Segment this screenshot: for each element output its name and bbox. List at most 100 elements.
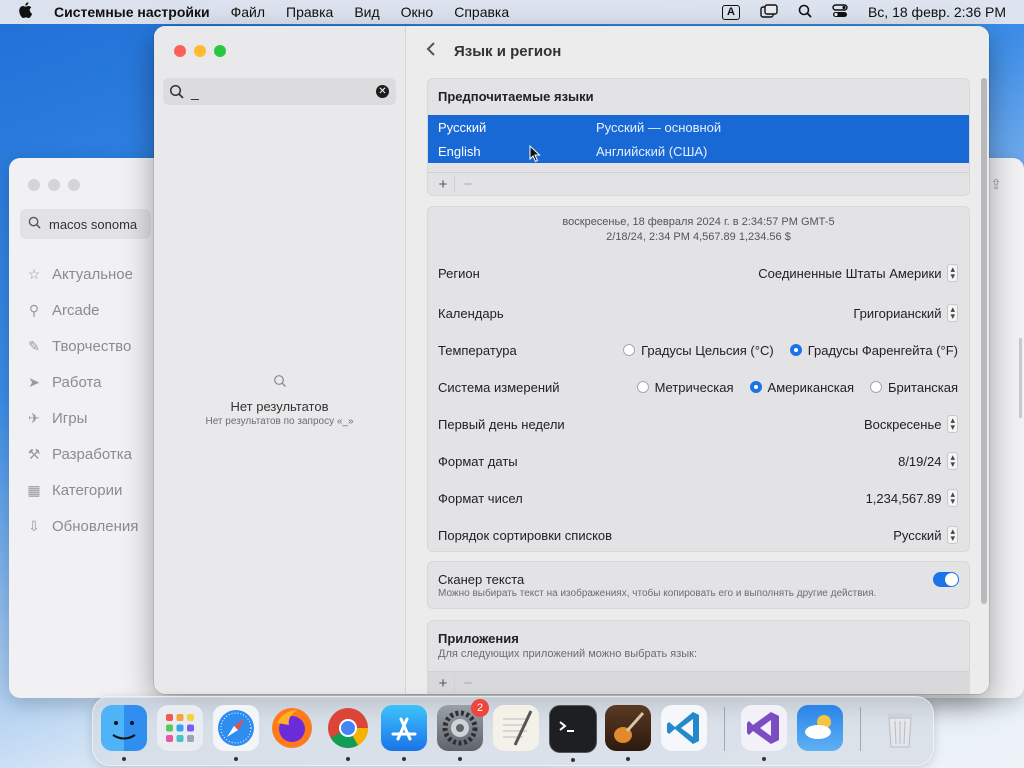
menu-window[interactable]: Окно	[401, 4, 434, 20]
region-label: Регион	[438, 265, 480, 281]
download-icon: ⇩	[28, 517, 40, 534]
menu-view[interactable]: Вид	[354, 4, 379, 20]
vscode-icon[interactable]	[661, 705, 707, 751]
finder-icon[interactable]	[101, 705, 147, 761]
first-day-popup[interactable]: Воскресенье ▴ ▾	[864, 415, 958, 433]
apple-menu-icon[interactable]	[18, 2, 34, 22]
date-format-popup[interactable]: 8/19/24 ▴ ▾	[898, 452, 958, 470]
bg-nav-label: Работа	[52, 373, 102, 391]
menu-help[interactable]: Справка	[454, 4, 509, 20]
first-day-label: Первый день недели	[438, 416, 565, 432]
content-header: Язык и регион	[406, 26, 989, 76]
bg-search-field[interactable]: macos sonoma	[20, 209, 151, 239]
chrome-icon[interactable]	[325, 705, 371, 761]
input-source-icon[interactable]: A	[722, 4, 740, 20]
apps-add-remove-bar: + −	[428, 671, 969, 694]
sort-order-popup[interactable]: Русский ▴ ▾	[893, 526, 958, 544]
weather-icon[interactable]	[797, 705, 843, 751]
launchpad-icon[interactable]	[157, 705, 203, 751]
bg-nav-item[interactable]: ⇩ Обновления	[25, 508, 138, 544]
preferred-languages-card: Предпочитаемые языки Русский Русский — о…	[427, 78, 970, 196]
bg-nav-label: Игры	[52, 409, 88, 427]
mouse-pointer-icon	[529, 144, 541, 166]
clear-search-icon[interactable]: ✕	[376, 85, 389, 98]
menu-clock[interactable]: Вс, 18 февр. 2:36 PM	[868, 4, 1006, 20]
applications-title: Приложения	[438, 631, 519, 646]
radio-label: Градусы Цельсия (°C)	[641, 342, 774, 358]
bg-nav-item[interactable]: ▦ Категории	[25, 472, 138, 508]
region-settings-card: воскресенье, 18 февраля 2024 г. в 2:34:5…	[427, 206, 970, 552]
no-results-subtitle: Нет результатов по запросу «_»	[205, 416, 354, 427]
hammer-icon: ⚒	[27, 445, 41, 462]
calendar-value: Григорианский	[853, 305, 942, 321]
radio-dot	[623, 344, 636, 356]
text-scanner-desc: Можно выбирать текст на изображениях, чт…	[438, 588, 877, 599]
remove-app-button[interactable]: −	[454, 674, 477, 692]
radio-metric[interactable]: Метрическая	[636, 380, 734, 395]
menu-app-name[interactable]: Системные настройки	[54, 4, 210, 20]
bg-nav-item[interactable]: ⚲ Arcade	[25, 292, 138, 328]
back-chevron-icon[interactable]	[426, 40, 442, 63]
bg-nav-item[interactable]: ⚒ Разработка	[25, 436, 138, 472]
window-controls	[174, 45, 226, 57]
bg-nav-item[interactable]: ➤ Работа	[25, 364, 138, 400]
number-format-value: 1,234,567.89	[865, 490, 942, 506]
number-format-row: Формат чисел 1,234,567.89 ▴ ▾	[438, 488, 958, 508]
text-scanner-toggle[interactable]	[933, 572, 959, 587]
language-row[interactable]: Русский Русский — основной	[428, 115, 969, 139]
settings-search-field[interactable]: _ ✕	[163, 78, 396, 105]
chevron-updown-icon: ▴ ▾	[947, 304, 958, 322]
settings-sidebar: _ ✕ Нет результатов Нет результатов по з…	[154, 26, 406, 694]
first-day-row: Первый день недели Воскресенье ▴ ▾	[438, 414, 958, 434]
region-popup[interactable]: Соединенные Штаты Америки ▴ ▾	[758, 264, 958, 282]
add-language-button[interactable]: +	[434, 176, 452, 193]
zoom-button[interactable]	[214, 45, 226, 57]
firefox-icon[interactable]	[269, 705, 315, 751]
date-format-value: 8/19/24	[898, 453, 942, 469]
radio-uk[interactable]: Британская	[870, 380, 958, 395]
temperature-label: Температура	[438, 342, 517, 358]
textedit-icon[interactable]	[493, 705, 539, 751]
bg-scrollbar[interactable]	[1019, 338, 1022, 418]
preview-line-2: 2/18/24, 2:34 PM 4,567.89 1,234.56 $	[606, 231, 791, 243]
radio-fahrenheit[interactable]: Градусы Фаренгейта (°F)	[789, 343, 958, 358]
menu-file[interactable]: Файл	[231, 4, 265, 20]
radio-dot	[870, 381, 883, 393]
search-input-value[interactable]: _	[191, 84, 199, 100]
rocket-icon: ✈	[28, 409, 40, 426]
content-scrollbar[interactable]	[981, 78, 987, 606]
applications-card: Приложения Для следующих приложений можн…	[427, 620, 970, 694]
number-format-popup[interactable]: 1,234,567.89 ▴ ▾	[866, 489, 958, 507]
language-desc: Английский (США)	[596, 143, 708, 159]
calendar-popup[interactable]: Григорианский ▴ ▾	[853, 304, 958, 322]
bg-nav-label: Актуальное	[52, 265, 133, 283]
radio-us[interactable]: Американская	[749, 380, 854, 395]
safari-icon[interactable]	[213, 705, 259, 761]
bg-nav-item[interactable]: ☆ Актуальное	[25, 256, 138, 292]
bg-nav-label: Разработка	[52, 445, 132, 463]
garageband-icon[interactable]	[605, 705, 651, 761]
bg-nav-label: Обновления	[52, 517, 139, 535]
bg-nav-item[interactable]: ✈ Игры	[25, 400, 138, 436]
close-button[interactable]	[174, 45, 186, 57]
share-icon[interactable]: ⇪	[990, 176, 1002, 193]
control-center-icon[interactable]	[832, 3, 848, 21]
trash-icon[interactable]	[877, 705, 923, 751]
app-store-icon[interactable]	[381, 705, 427, 761]
notification-badge: 2	[471, 699, 489, 717]
bg-nav-item[interactable]: ✎ Творчество	[25, 328, 138, 364]
spotlight-search-icon[interactable]	[798, 4, 812, 21]
system-settings-icon[interactable]: 2	[437, 699, 489, 761]
visual-studio-icon[interactable]	[741, 705, 787, 761]
number-format-label: Формат чисел	[438, 490, 523, 506]
add-app-button[interactable]: +	[434, 675, 452, 692]
magnifier-icon	[273, 375, 287, 391]
terminal-icon[interactable]	[549, 705, 597, 762]
remove-language-button[interactable]: −	[454, 175, 477, 193]
language-row[interactable]: English Английский (США)	[428, 139, 969, 163]
window-switch-icon[interactable]	[760, 3, 778, 21]
minimize-button[interactable]	[194, 45, 206, 57]
format-preview: воскресенье, 18 февраля 2024 г. в 2:34:5…	[428, 215, 969, 245]
radio-celsius[interactable]: Градусы Цельсия (°C)	[623, 343, 774, 358]
menu-edit[interactable]: Правка	[286, 4, 333, 20]
